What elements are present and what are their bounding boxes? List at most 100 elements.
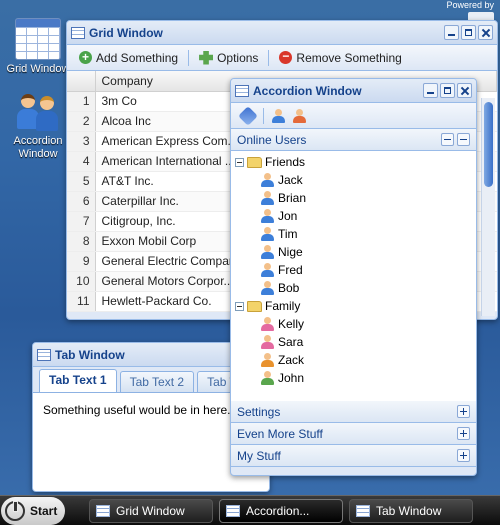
tree-group[interactable]: Family bbox=[231, 297, 476, 315]
remove-user-button[interactable] bbox=[289, 108, 310, 123]
online-users-tree: Friends Jack Brian Jon Tim Nige Fred Bob Family K… bbox=[231, 151, 476, 401]
user-label: Bob bbox=[278, 281, 300, 295]
expand-icon[interactable] bbox=[457, 427, 470, 440]
user-icon bbox=[261, 227, 274, 241]
accordion-section-my-stuff[interactable]: My Stuff bbox=[231, 445, 476, 467]
tree-user[interactable]: Tim bbox=[231, 225, 476, 243]
add-something-button[interactable]: + Add Something bbox=[73, 51, 184, 65]
tab-content-text: Something useful would be in here. bbox=[43, 403, 231, 417]
tab-1[interactable]: Tab Text 1 bbox=[39, 369, 117, 392]
expand-icon[interactable] bbox=[457, 405, 470, 418]
grid-window-header[interactable]: Grid Window bbox=[67, 21, 497, 45]
refresh-icon[interactable] bbox=[441, 133, 454, 146]
collapse-toggle-icon[interactable] bbox=[235, 301, 244, 311]
user-label: Brian bbox=[278, 191, 307, 205]
expand-icon[interactable] bbox=[457, 449, 470, 462]
tree-user[interactable]: John bbox=[231, 369, 476, 387]
start-label: Start bbox=[30, 503, 58, 518]
users-icon bbox=[15, 92, 61, 132]
online-users-title: Online Users bbox=[237, 132, 307, 147]
accordion-window: Accordion Window Online Users Friends Jac… bbox=[230, 78, 477, 476]
remove-something-button[interactable]: − Remove Something bbox=[273, 50, 407, 65]
tree-user[interactable]: Zack bbox=[231, 351, 476, 369]
row-number: 3 bbox=[67, 131, 96, 152]
toolbar-separator bbox=[263, 107, 264, 124]
minimize-icon[interactable] bbox=[423, 83, 438, 98]
maximize-icon[interactable] bbox=[461, 25, 476, 40]
row-number: 11 bbox=[67, 291, 96, 312]
row-number: 6 bbox=[67, 191, 96, 212]
tab-2[interactable]: Tab Text 2 bbox=[119, 371, 195, 392]
user-label: Jack bbox=[278, 173, 303, 187]
user-icon bbox=[261, 245, 274, 259]
user-label: Zack bbox=[278, 353, 305, 367]
folder-icon bbox=[247, 300, 262, 312]
close-icon[interactable] bbox=[457, 83, 472, 98]
accordion-toolbar bbox=[231, 103, 476, 129]
connect-button[interactable] bbox=[237, 105, 259, 126]
tree-user[interactable]: Nige bbox=[231, 243, 476, 261]
remove-user-icon bbox=[293, 108, 306, 123]
taskbar-button-label: Accordion... bbox=[246, 503, 310, 518]
accordion-section-settings[interactable]: Settings bbox=[231, 401, 476, 423]
minimize-icon[interactable] bbox=[444, 25, 459, 40]
window-title: Accordion Window bbox=[253, 83, 362, 98]
tree-user[interactable]: Brian bbox=[231, 189, 476, 207]
tree-user[interactable]: Fred bbox=[231, 261, 476, 279]
accordion-window-header[interactable]: Accordion Window bbox=[231, 79, 476, 103]
remove-something-label: Remove Something bbox=[296, 50, 402, 65]
online-users-header[interactable]: Online Users bbox=[231, 129, 476, 151]
group-label: Friends bbox=[265, 155, 306, 169]
row-number: 4 bbox=[67, 151, 96, 172]
grid-window-icon bbox=[15, 18, 61, 60]
row-number: 7 bbox=[67, 211, 96, 232]
taskbar-grid-window[interactable]: Grid Window bbox=[89, 498, 213, 523]
tree-group[interactable]: Friends bbox=[231, 153, 476, 171]
accordion-section-even-more-stuff[interactable]: Even More Stuff bbox=[231, 423, 476, 445]
window-title: Grid Window bbox=[89, 25, 163, 40]
tree-user[interactable]: Bob bbox=[231, 279, 476, 297]
user-label: Kelly bbox=[278, 317, 305, 331]
tree-user[interactable]: Jack bbox=[231, 171, 476, 189]
options-icon bbox=[199, 50, 214, 65]
section-title: Even More Stuff bbox=[237, 426, 323, 441]
toolbar-separator bbox=[188, 49, 190, 66]
user-icon bbox=[261, 335, 274, 349]
add-icon: + bbox=[79, 51, 92, 64]
maximize-icon[interactable] bbox=[440, 83, 455, 98]
user-icon bbox=[261, 371, 274, 385]
collapse-toggle-icon[interactable] bbox=[235, 157, 244, 167]
tree-user[interactable]: Sara bbox=[231, 333, 476, 351]
desktop-icon-grid-window[interactable]: Grid Window bbox=[6, 18, 70, 76]
tab-window-icon bbox=[356, 504, 370, 517]
tab-window-icon bbox=[37, 348, 51, 361]
taskbar-accordion-window[interactable]: Accordion... bbox=[219, 498, 343, 523]
accordion-icon bbox=[226, 504, 240, 517]
add-user-button[interactable] bbox=[268, 108, 289, 123]
toolbar-separator bbox=[268, 49, 270, 66]
user-label: Fred bbox=[278, 263, 303, 277]
desktop-icon-accordion-window[interactable]: Accordion Window bbox=[6, 92, 70, 161]
user-label: Sara bbox=[278, 335, 304, 349]
powered-by-text: Powered by bbox=[446, 0, 494, 10]
user-icon bbox=[261, 263, 274, 277]
remove-icon: − bbox=[279, 50, 293, 64]
row-number: 8 bbox=[67, 231, 96, 252]
user-icon bbox=[261, 191, 274, 205]
tree-user[interactable]: Kelly bbox=[231, 315, 476, 333]
scrollbar-thumb[interactable] bbox=[484, 102, 493, 187]
grid-scrollbar[interactable] bbox=[481, 98, 495, 316]
power-icon bbox=[5, 500, 25, 521]
taskbar-tab-window[interactable]: Tab Window bbox=[349, 498, 473, 523]
section-title: Settings bbox=[237, 404, 281, 419]
grid-icon bbox=[96, 504, 110, 517]
close-icon[interactable] bbox=[478, 25, 493, 40]
options-button[interactable]: Options bbox=[193, 50, 264, 65]
row-number-header bbox=[67, 71, 96, 92]
start-button[interactable]: Start bbox=[1, 496, 65, 525]
taskbar: Start Grid Window Accordion... Tab Windo… bbox=[0, 495, 500, 525]
tree-user[interactable]: Jon bbox=[231, 207, 476, 225]
options-label: Options bbox=[217, 50, 259, 65]
collapse-icon[interactable] bbox=[457, 133, 470, 146]
desktop-icon-label: Accordion Window bbox=[13, 135, 63, 160]
